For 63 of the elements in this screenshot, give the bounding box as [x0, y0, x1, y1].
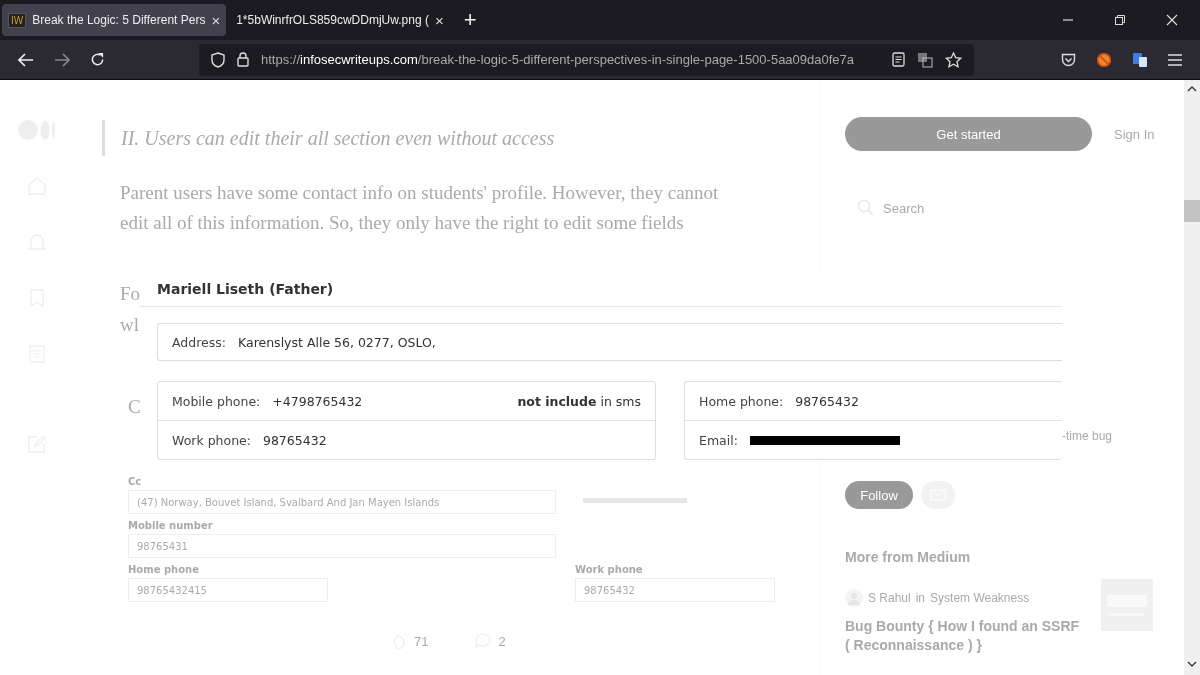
- story-title[interactable]: Bug Bounty { How I found an SSRF ( Reconnaissance ) }: [845, 617, 1085, 655]
- input-field: 98765432415: [128, 578, 328, 602]
- field-label: Address:: [172, 334, 226, 350]
- article-text: wl: [120, 313, 139, 337]
- forward-arrow-icon[interactable]: [54, 52, 70, 67]
- field-label: Email:: [699, 432, 738, 448]
- lock-icon[interactable]: [237, 52, 249, 67]
- field-label: Mobile number: [128, 520, 213, 531]
- restore-icon[interactable]: [1114, 14, 1126, 26]
- site-favicon: IW: [8, 12, 27, 28]
- clap-count: 71: [414, 633, 429, 649]
- article-paragraph: Parent users have some contact info on students' profile. However, they cannot edit all of this information. So, they only have the right to edit some fields: [120, 181, 720, 235]
- field-value: +4798765432: [272, 393, 363, 409]
- menu-icon[interactable]: [1168, 53, 1182, 66]
- get-started-button[interactable]: Get started: [845, 117, 1092, 151]
- star-icon[interactable]: [945, 51, 962, 68]
- translate-extension-icon[interactable]: [1132, 51, 1148, 68]
- scroll-down-icon[interactable]: [1187, 661, 1197, 667]
- article-text: C: [128, 395, 141, 419]
- avatar-icon: [845, 589, 863, 607]
- country-field: (47) Norway, Bouvet Island, Svalbard And Jan Mayen Islands: [128, 490, 556, 514]
- back-arrow-icon[interactable]: [18, 52, 34, 67]
- section-heading: More from Medium: [845, 549, 971, 565]
- search-field[interactable]: Search: [845, 191, 1145, 225]
- tab-close-button[interactable]: ×: [434, 11, 444, 29]
- browser-tab[interactable]: IW Break the Logic: 5 Different Pers ×: [2, 4, 227, 36]
- contact-name: Mariell Liseth (Father): [140, 275, 1062, 307]
- author-name[interactable]: S Rahul: [868, 591, 911, 605]
- article-text: Fo: [120, 282, 141, 306]
- field-value: 98765432: [262, 432, 327, 448]
- follow-button[interactable]: Follow: [845, 481, 913, 509]
- publication-name[interactable]: System Weakness: [930, 591, 1030, 605]
- field-label: Cc: [128, 476, 142, 487]
- translate-icon[interactable]: [917, 51, 933, 68]
- comment-count: 2: [498, 633, 506, 649]
- shield-icon[interactable]: [211, 51, 225, 68]
- field-label: Home phone:: [699, 393, 784, 409]
- sidebar-text: -time bug: [1062, 429, 1113, 443]
- field-label: Mobile phone:: [172, 393, 261, 409]
- input-field: 98765432: [575, 578, 775, 602]
- scroll-up-icon[interactable]: [1187, 86, 1197, 92]
- field-label: Home phone: [128, 564, 200, 575]
- tab-close-button[interactable]: ×: [211, 11, 221, 29]
- browser-tab[interactable]: 1*5bWinrfrOLS859cwDDmjUw.png ( ×: [230, 4, 450, 36]
- search-icon: [857, 199, 875, 217]
- field-value: 98765432: [795, 393, 859, 409]
- field-label: Work phone: [575, 564, 644, 575]
- sms-note: not include in sms: [517, 393, 641, 409]
- reader-view-icon[interactable]: [892, 52, 905, 67]
- extension-icon[interactable]: [1096, 51, 1112, 68]
- field-value: Karenslyst Alle 56, 0277, OSLO,: [238, 334, 436, 350]
- new-tab-button[interactable]: +: [463, 7, 477, 33]
- sign-in-link[interactable]: Sign In: [1114, 126, 1155, 142]
- byline-text: in: [915, 591, 926, 605]
- scrollbar-thumb[interactable]: [1184, 200, 1200, 222]
- tab-title: 1*5bWinrfrOLS859cwDDmjUw.png (: [236, 13, 429, 27]
- reload-icon[interactable]: [90, 52, 105, 67]
- tab-title: Break the Logic: 5 Different Pers: [32, 13, 206, 27]
- close-icon[interactable]: [1166, 14, 1178, 26]
- pocket-icon[interactable]: [1061, 52, 1076, 67]
- field-label: Work phone:: [172, 432, 251, 448]
- input-field: 98765431: [128, 534, 556, 558]
- section-heading: II. Users can edit their all section even without access: [102, 120, 819, 156]
